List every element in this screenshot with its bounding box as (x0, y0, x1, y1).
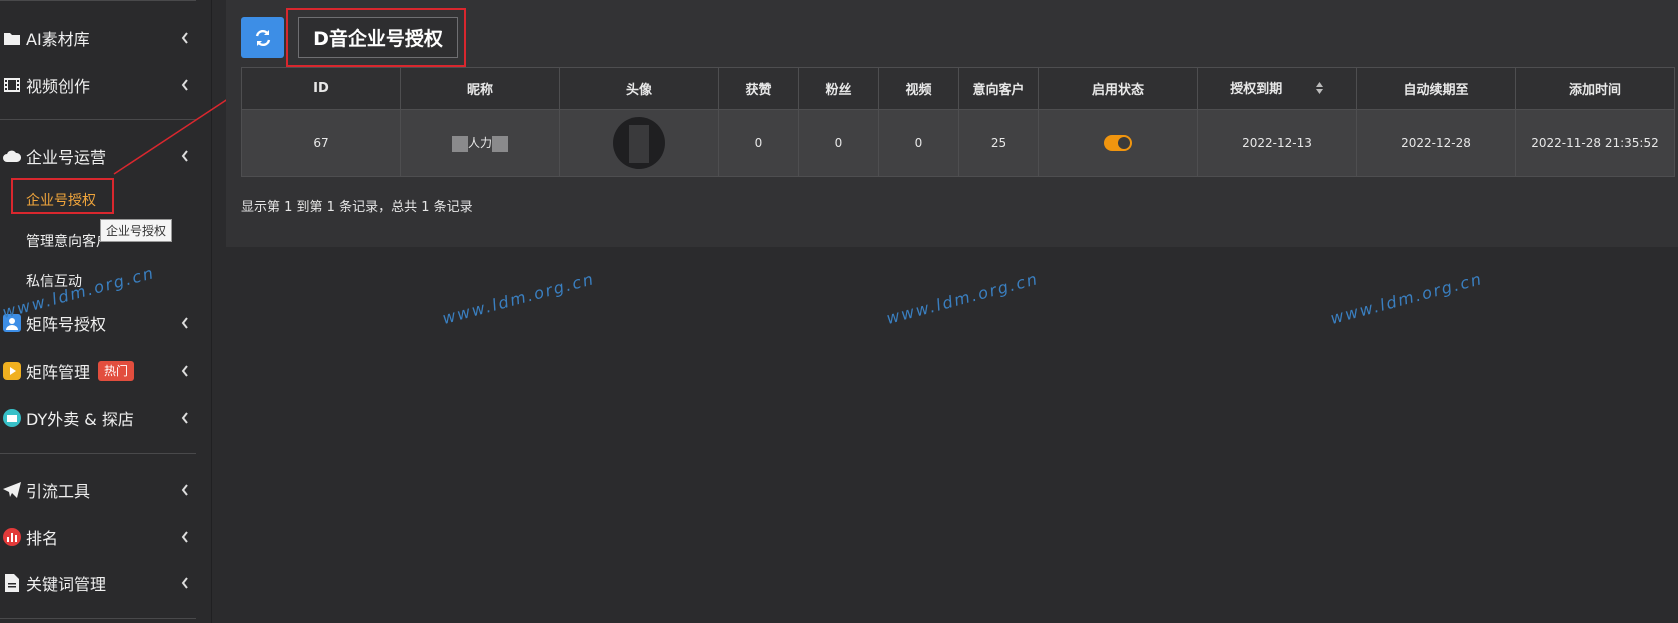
sidebar-item-ranking[interactable]: 排名 (0, 521, 212, 553)
col-header-enabled[interactable]: 启用状态 (1038, 67, 1198, 110)
cell-auto-renew: 2022-12-28 (1356, 109, 1516, 177)
cell-enabled (1038, 109, 1198, 177)
store-icon (2, 408, 22, 428)
table-header-row: ID 昵称 头像 获赞 粉丝 视频 意向客户 启用状态 授权到期 自动续期至 添… (241, 67, 1675, 110)
col-header-id[interactable]: ID (241, 67, 401, 110)
nickname-text: 人力 (467, 136, 492, 151)
refresh-button[interactable] (241, 17, 284, 58)
col-header-likes[interactable]: 获赞 (718, 67, 799, 110)
pagination-info: 显示第 1 到第 1 条记录，总共 1 条记录 (241, 200, 473, 215)
highlight-box-subitem (11, 178, 114, 214)
table-row: 67 人力 0 0 0 25 2022-12-13 2022-12-28 202… (241, 109, 1675, 177)
watermark: www.ldm.org.cn (884, 268, 1041, 329)
redacted-block (451, 135, 468, 152)
watermark: www.ldm.org.cn (1328, 268, 1485, 329)
send-icon (2, 480, 22, 500)
sidebar-item-traffic-tools[interactable]: 引流工具 (0, 474, 212, 506)
refresh-icon (255, 29, 270, 46)
data-table: ID 昵称 头像 获赞 粉丝 视频 意向客户 启用状态 授权到期 自动续期至 添… (241, 67, 1675, 177)
col-header-auto-renew[interactable]: 自动续期至 (1356, 67, 1516, 110)
play-icon (2, 361, 22, 381)
enabled-toggle[interactable] (1104, 135, 1132, 151)
col-header-fans[interactable]: 粉丝 (798, 67, 879, 110)
sidebar-item-label: 矩阵管理 (26, 363, 91, 382)
sidebar-divider (0, 618, 196, 619)
sidebar-item-matrix-management[interactable]: 矩阵管理 热门 (0, 355, 212, 387)
chevron-left-icon (180, 315, 194, 331)
cell-nickname: 人力 (400, 109, 560, 177)
sidebar-item-dy-delivery[interactable]: DY外卖 & 探店 (0, 402, 212, 434)
col-header-added[interactable]: 添加时间 (1515, 67, 1675, 110)
col-header-nickname[interactable]: 昵称 (400, 67, 560, 110)
sidebar-item-keyword-management[interactable]: 关键词管理 (0, 567, 212, 599)
document-icon (2, 573, 22, 593)
sidebar-item-label: 视频创作 (26, 77, 91, 96)
col-header-avatar[interactable]: 头像 (559, 67, 719, 110)
cell-added: 2022-11-28 21:35:52 (1515, 109, 1675, 177)
cell-leads: 25 (958, 109, 1039, 177)
col-header-label: 授权到期 (1230, 82, 1283, 98)
redacted-block (492, 135, 508, 152)
sidebar-item-label: 矩阵号授权 (26, 315, 107, 334)
avatar (613, 117, 665, 169)
sidebar-divider (0, 453, 196, 454)
bar-chart-icon (2, 527, 22, 547)
sidebar-item-label: 企业号运营 (26, 148, 107, 167)
cell-videos: 0 (878, 109, 959, 177)
sidebar-item-label: DY外卖 & 探店 (26, 410, 134, 429)
chevron-left-icon (180, 575, 194, 591)
chevron-left-icon (180, 529, 194, 545)
sidebar-item-label: 引流工具 (26, 482, 91, 501)
cell-id: 67 (241, 109, 401, 177)
sort-icon[interactable] (1315, 81, 1324, 99)
hot-badge: 热门 (98, 361, 135, 381)
sidebar-item-label: AI素材库 (26, 30, 90, 49)
chevron-left-icon (180, 410, 194, 426)
cell-avatar (559, 109, 719, 177)
cloud-icon (2, 146, 22, 166)
film-icon (2, 75, 22, 95)
tooltip: 企业号授权 (100, 219, 173, 242)
chevron-left-icon (180, 30, 194, 46)
sidebar-subitem-manage-leads[interactable]: 管理意向客户 (26, 231, 110, 251)
cell-auth-expire: 2022-12-13 (1197, 109, 1357, 177)
col-header-leads[interactable]: 意向客户 (958, 67, 1039, 110)
col-header-auth-expire[interactable]: 授权到期 (1197, 67, 1357, 110)
chevron-left-icon (180, 482, 194, 498)
cell-fans: 0 (798, 109, 879, 177)
sidebar-item-label: 关键词管理 (26, 575, 107, 594)
cell-likes: 0 (718, 109, 799, 177)
sidebar-item-label: 排名 (26, 529, 59, 548)
highlight-box-title (286, 8, 466, 67)
col-header-videos[interactable]: 视频 (878, 67, 959, 110)
folder-icon (2, 28, 22, 48)
sidebar-divider (0, 0, 196, 1)
chevron-left-icon (180, 363, 194, 379)
watermark: www.ldm.org.cn (440, 268, 597, 329)
